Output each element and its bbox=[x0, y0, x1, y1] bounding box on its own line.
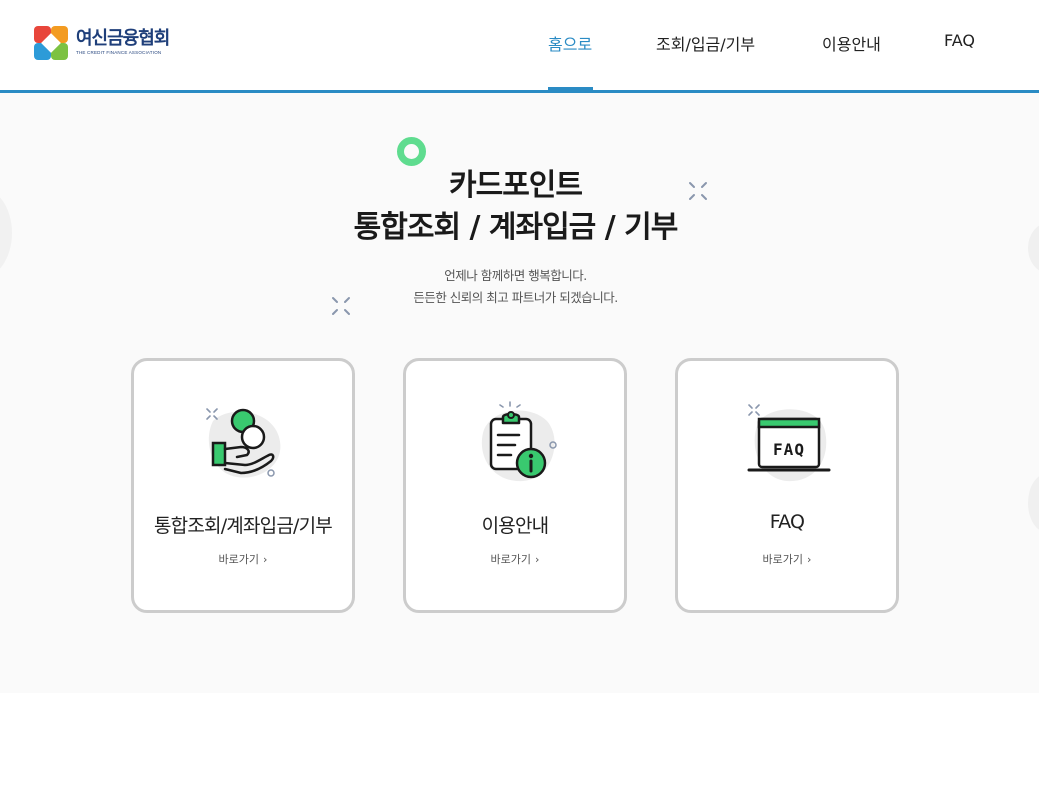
card-inquiry-deposit-donation[interactable]: 통합조회/계좌입금/기부 바로가기 › bbox=[131, 358, 355, 613]
clipboard-info-icon bbox=[481, 401, 557, 482]
card-title: 이용안내 bbox=[481, 515, 550, 537]
page-title: 카드포인트 통합조회 / 계좌입금 / 기부 bbox=[0, 165, 1031, 249]
nav-home[interactable]: 홈으로 bbox=[548, 31, 592, 55]
card-link-label: 바로가기 bbox=[762, 553, 804, 566]
chevron-right-icon: › bbox=[807, 553, 812, 566]
card-faq[interactable]: FAQ FAQ 바로가기 › bbox=[675, 358, 899, 613]
decor-blob bbox=[1028, 473, 1039, 533]
hero-section: 카드포인트 통합조회 / 계좌입금 / 기부 언제나 함께하면 행복합니다. 든… bbox=[0, 93, 1039, 693]
decor-ring-icon bbox=[397, 137, 426, 166]
subtitle-line: 언제나 함께하면 행복합니다. bbox=[444, 268, 587, 283]
card-link[interactable]: 바로가기 › bbox=[134, 551, 352, 567]
title-line: 카드포인트 bbox=[449, 168, 583, 203]
card-title: 통합조회/계좌입금/기부 bbox=[153, 515, 333, 537]
nav-active-indicator bbox=[548, 87, 593, 90]
card-guide[interactable]: 이용안내 바로가기 › bbox=[403, 358, 627, 613]
logo[interactable]: 여신금융협회 THE CREDIT FINANCE ASSOCIATION bbox=[34, 26, 170, 60]
faq-icon-text: FAQ bbox=[773, 440, 805, 459]
card-title: FAQ bbox=[769, 511, 805, 533]
nav-inquiry-deposit-donation[interactable]: 조회/입금/기부 bbox=[656, 31, 755, 55]
faq-laptop-icon: FAQ bbox=[747, 404, 831, 482]
title-line: 통합조회 / 계좌입금 / 기부 bbox=[353, 210, 679, 245]
logo-text: 여신금융협회 bbox=[76, 28, 170, 49]
chevron-right-icon: › bbox=[263, 553, 268, 566]
card-link-label: 바로가기 bbox=[490, 553, 532, 566]
page-subtitle: 언제나 함께하면 행복합니다. 든든한 신뢰의 최고 파트너가 되겠습니다. bbox=[0, 265, 1031, 309]
card-link[interactable]: 바로가기 › bbox=[678, 551, 896, 567]
site-header: 여신금융협회 THE CREDIT FINANCE ASSOCIATION 홈으… bbox=[0, 0, 1039, 93]
logo-subtext: THE CREDIT FINANCE ASSOCIATION bbox=[76, 50, 162, 55]
subtitle-line: 든든한 신뢰의 최고 파트너가 되겠습니다. bbox=[413, 290, 618, 305]
logo-mark-icon bbox=[34, 26, 68, 60]
nav-guide[interactable]: 이용안내 bbox=[822, 31, 881, 55]
chevron-right-icon: › bbox=[535, 553, 540, 566]
hand-coins-icon bbox=[206, 408, 281, 478]
card-link-label: 바로가기 bbox=[218, 553, 260, 566]
card-link[interactable]: 바로가기 › bbox=[406, 551, 624, 567]
nav-faq[interactable]: FAQ bbox=[944, 31, 975, 50]
